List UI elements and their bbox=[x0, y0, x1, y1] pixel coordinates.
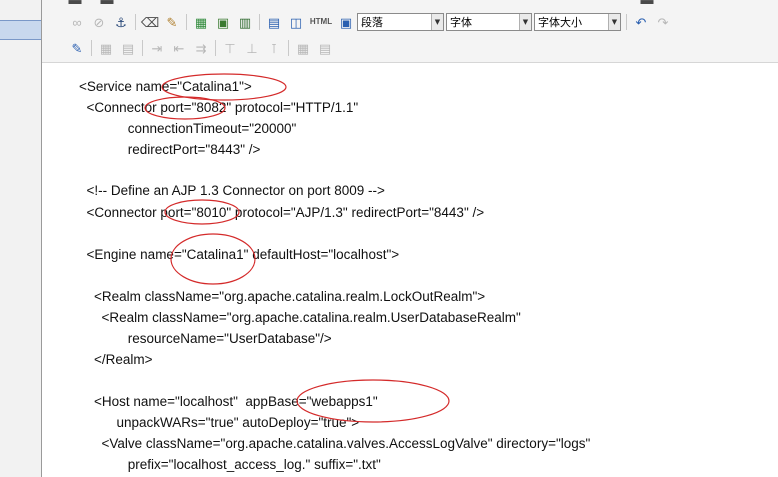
delete-row-icon[interactable]: ⇤ bbox=[170, 39, 188, 57]
image-icon[interactable]: ▣ bbox=[214, 13, 232, 31]
dropdown-arrow-icon: ▼ bbox=[519, 14, 531, 30]
format-select[interactable]: 段落 ▼ bbox=[357, 13, 444, 31]
flash-icon[interactable]: ▦ bbox=[192, 13, 210, 31]
eraser-icon[interactable]: ⌫ bbox=[141, 13, 159, 31]
anchor-icon[interactable]: ⚓ bbox=[112, 13, 130, 31]
align-icon[interactable]: ▬ bbox=[66, 0, 84, 8]
split-icon[interactable]: ⊺ bbox=[265, 39, 283, 57]
selected-tree-item[interactable] bbox=[0, 20, 41, 40]
annotation-ellipse bbox=[296, 379, 450, 423]
delete-col-icon[interactable]: ⊥ bbox=[243, 39, 261, 57]
dropdown-arrow-icon: ▼ bbox=[431, 14, 443, 30]
toolbar-row-2: ✎ ▦ ▤ ⇥ ⇤ ⇉ ⊤ ⊥ ⊺ ▦ ▤ bbox=[66, 37, 336, 59]
annotation-ellipse bbox=[144, 96, 226, 120]
font-size-select[interactable]: 字体大小 ▼ bbox=[534, 13, 621, 31]
merge-icon[interactable]: ⇉ bbox=[192, 39, 210, 57]
insert-row-icon[interactable]: ⇥ bbox=[148, 39, 166, 57]
media-icon[interactable]: ▥ bbox=[236, 13, 254, 31]
annotation-ellipse bbox=[161, 73, 287, 101]
link-icon[interactable]: ∞ bbox=[68, 13, 86, 31]
fullscreen-icon[interactable]: ▣ bbox=[337, 13, 355, 31]
dropdown-arrow-icon: ▼ bbox=[608, 14, 620, 30]
table-props-icon[interactable]: ▤ bbox=[316, 39, 334, 57]
edit-icon[interactable]: ✎ bbox=[68, 39, 86, 57]
toolbar-row-1: ∞ ⊘ ⚓ ⌫ ✎ ▦ ▣ ▥ ▤ ◫ HTML ▣ 段落 ▼ 字体 ▼ 字体大… bbox=[66, 11, 674, 33]
indent-icon[interactable]: ▬ bbox=[638, 0, 656, 8]
annotation-ellipse bbox=[170, 233, 256, 285]
html-source-button[interactable]: HTML bbox=[309, 13, 333, 31]
annotation-ellipse bbox=[164, 199, 240, 225]
table-icon[interactable]: ▦ bbox=[97, 39, 115, 57]
redo-icon[interactable]: ↷ bbox=[654, 13, 672, 31]
editor-toolbar: ▬ ▬ ▬ ∞ ⊘ ⚓ ⌫ ✎ ▦ ▣ ▥ ▤ ◫ HTML ▣ 段落 ▼ 字体… bbox=[42, 0, 778, 63]
left-panel bbox=[0, 0, 42, 477]
annotation-ellipses bbox=[144, 73, 450, 423]
clean-icon[interactable]: ✎ bbox=[163, 13, 181, 31]
editor-content[interactable]: <Service name="Catalina1"> <Connector po… bbox=[42, 63, 778, 477]
preview-icon[interactable]: ▤ bbox=[265, 13, 283, 31]
toolbar-row-0: ▬ ▬ ▬ bbox=[64, 0, 658, 10]
code-icon[interactable]: ◫ bbox=[287, 13, 305, 31]
undo-icon[interactable]: ↶ bbox=[632, 13, 650, 31]
table-row-icon[interactable]: ▤ bbox=[119, 39, 137, 57]
insert-col-icon[interactable]: ⊤ bbox=[221, 39, 239, 57]
cell-props-icon[interactable]: ▦ bbox=[294, 39, 312, 57]
font-select[interactable]: 字体 ▼ bbox=[446, 13, 532, 31]
align-center-icon[interactable]: ▬ bbox=[98, 0, 116, 8]
unlink-icon[interactable]: ⊘ bbox=[90, 13, 108, 31]
